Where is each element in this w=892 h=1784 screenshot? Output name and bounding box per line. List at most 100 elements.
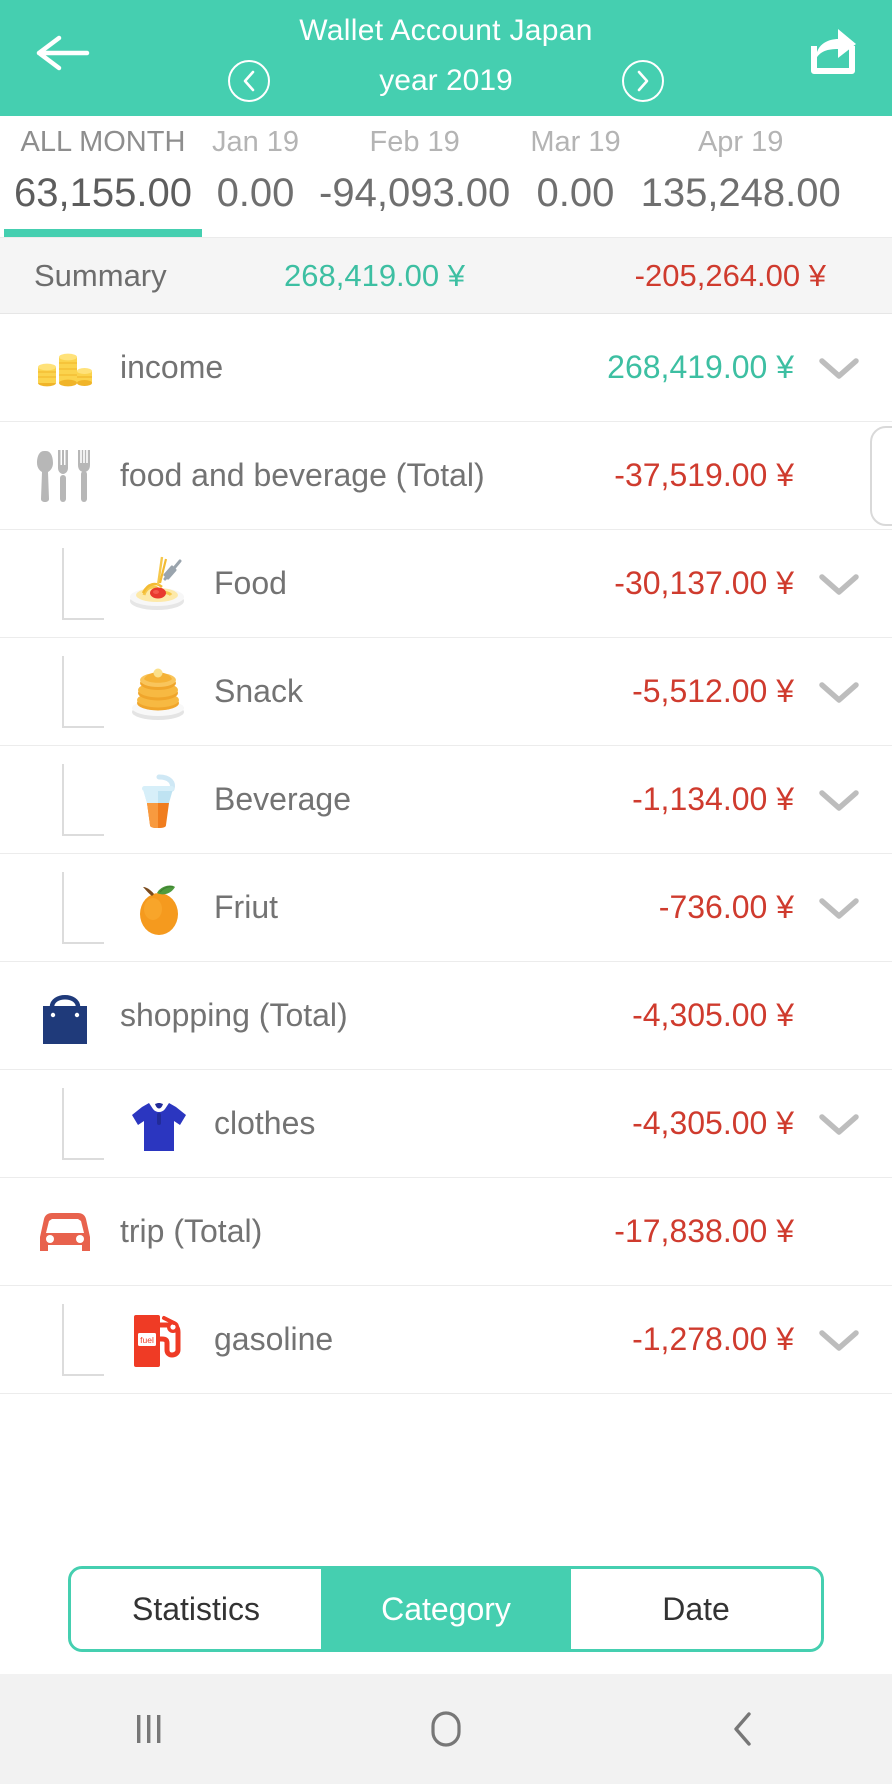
month-tab-underline [4, 229, 202, 237]
month-tab-underline [309, 229, 520, 237]
chevron-down-icon [819, 897, 859, 919]
expand-toggle[interactable] [808, 1093, 870, 1155]
month-tabs-strip[interactable]: ALL MONTH 63,155.00 Jan 19 0.00 Feb 19 -94,09… [0, 116, 892, 237]
category-amount: -17,838.00 ¥ [614, 1213, 794, 1249]
summary-row: Summary 268,419.00 ¥ -205,264.00 ¥ [0, 238, 892, 314]
chevron-right-icon [637, 70, 649, 92]
category-subrow[interactable]: Food -30,137.00 ¥ [0, 530, 892, 638]
category-amount: -4,305.00 ¥ [632, 1105, 794, 1141]
recents-icon [136, 1715, 161, 1743]
month-tabs[interactable]: ALL MONTH 63,155.00 Jan 19 0.00 Feb 19 -94,09… [0, 116, 892, 238]
category-icon [122, 871, 196, 945]
category-row[interactable]: trip (Total) -17,838.00 ¥ [0, 1178, 892, 1286]
android-back-button[interactable] [595, 1708, 892, 1750]
app-header: Wallet Account Japan year 2019 [0, 0, 892, 116]
month-tab[interactable]: Jan 19 0.00 [202, 116, 309, 237]
coins-icon [38, 353, 92, 386]
expand-toggle[interactable] [808, 661, 870, 723]
year-label: year 2019 [379, 64, 513, 97]
month-tab[interactable]: ALL MONTH 63,155.00 [4, 116, 202, 237]
expand-toggle[interactable] [808, 877, 870, 939]
year-selector: year 2019 [0, 60, 892, 102]
category-label: income [120, 349, 224, 385]
category-icon [122, 763, 196, 837]
category-label: trip (Total) [120, 1213, 263, 1249]
drink-cup-icon [142, 774, 175, 828]
share-button[interactable] [802, 22, 864, 80]
category-label: clothes [214, 1105, 316, 1141]
category-label: Snack [214, 673, 303, 709]
month-tab-underline [520, 229, 630, 237]
svg-text:fuel: fuel [140, 1335, 154, 1345]
view-mode-switcher-container: Statistics Category Date [0, 1566, 892, 1652]
month-tab-label: Feb 19 [369, 126, 460, 158]
expand-toggle[interactable] [808, 1309, 870, 1371]
category-icon [28, 1195, 102, 1269]
category-amount: -736.00 ¥ [658, 889, 794, 925]
next-year-button[interactable] [622, 60, 664, 102]
android-navigation-bar [0, 1674, 892, 1784]
month-tab[interactable]: Apr 19 135,248.00 [631, 116, 851, 237]
fuel-pump-icon: fuel [134, 1314, 181, 1367]
month-tab-value: 0.00 [216, 171, 295, 215]
back-icon [734, 1712, 752, 1746]
spaghetti-icon [130, 556, 184, 610]
month-tab-value: 0.00 [536, 171, 615, 215]
shopping-bag-icon [43, 994, 87, 1044]
summary-label: Summary [34, 257, 167, 293]
expand-toggle[interactable] [808, 553, 870, 615]
chevron-left-icon [243, 70, 255, 92]
view-mode-option[interactable]: Category [321, 1569, 571, 1649]
recents-button[interactable] [0, 1709, 297, 1749]
chevron-down-icon [819, 1329, 859, 1351]
category-subrow[interactable]: Friut -736.00 ¥ [0, 854, 892, 962]
expand-toggle[interactable] [808, 769, 870, 831]
month-tab-value: -94,093.00 [319, 171, 511, 215]
chevron-down-icon [819, 681, 859, 703]
category-icon [28, 331, 102, 405]
prev-year-button[interactable] [228, 60, 270, 102]
category-amount: -1,134.00 ¥ [632, 781, 794, 817]
home-button[interactable] [297, 1708, 594, 1750]
tree-connector [62, 1304, 104, 1376]
category-label: Food [214, 565, 287, 601]
category-subrow[interactable]: clothes -4,305.00 ¥ [0, 1070, 892, 1178]
month-tab-label: Jan 19 [211, 126, 300, 158]
category-row[interactable]: food and beverage (Total) -37,519.00 ¥ [0, 422, 892, 530]
tshirt-icon [132, 1102, 186, 1151]
summary-income-amount: 268,419.00 ¥ [284, 257, 466, 293]
tree-connector [62, 548, 104, 620]
category-list[interactable]: income 268,419.00 ¥ food and beverage (To… [0, 314, 892, 1394]
view-mode-switcher[interactable]: Statistics Category Date [68, 1566, 824, 1652]
category-icon [122, 655, 196, 729]
share-icon [811, 29, 856, 74]
category-row[interactable]: income 268,419.00 ¥ [0, 314, 892, 422]
category-subrow[interactable]: fuel gasoline -1,278.00 ¥ [0, 1286, 892, 1394]
chevron-down-icon [819, 357, 859, 379]
month-tab-underline [202, 229, 309, 237]
view-mode-option[interactable]: Statistics [71, 1569, 321, 1649]
category-row[interactable]: shopping (Total) -4,305.00 ¥ [0, 962, 892, 1070]
chevron-down-icon [819, 573, 859, 595]
category-icon [28, 439, 102, 513]
category-icon [28, 979, 102, 1053]
category-label: shopping (Total) [120, 997, 348, 1033]
month-tab-underline [631, 229, 851, 237]
category-amount: -37,519.00 ¥ [614, 457, 794, 493]
month-tab[interactable]: Mar 19 0.00 [520, 116, 630, 237]
category-subrow[interactable]: Snack -5,512.00 ¥ [0, 638, 892, 746]
category-label: gasoline [214, 1321, 334, 1357]
tree-connector [62, 1088, 104, 1160]
category-amount: -1,278.00 ¥ [632, 1321, 794, 1357]
tree-connector [62, 872, 104, 944]
home-icon [431, 1711, 461, 1747]
tree-connector [62, 764, 104, 836]
month-tab-value: 135,248.00 [640, 171, 841, 215]
month-tab[interactable]: Feb 19 -94,093.00 [309, 116, 520, 237]
category-subrow[interactable]: Beverage -1,134.00 ¥ [0, 746, 892, 854]
expand-toggle[interactable] [808, 337, 870, 399]
category-label: food and beverage (Total) [120, 457, 485, 493]
orange-fruit-icon [140, 884, 178, 935]
view-mode-option[interactable]: Date [571, 1569, 821, 1649]
pancakes-icon [132, 668, 184, 720]
